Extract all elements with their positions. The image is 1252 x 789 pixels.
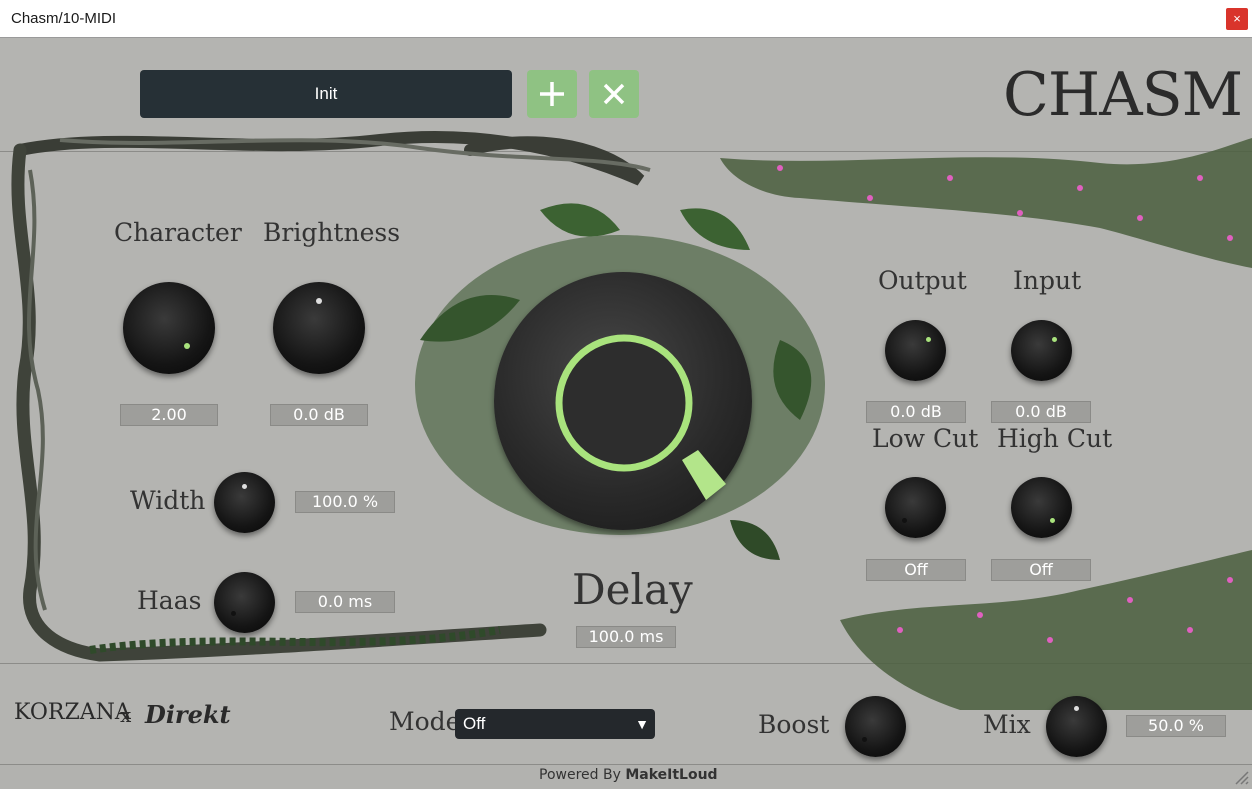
character-value[interactable]: 2.00 xyxy=(120,404,218,426)
brightness-label: Brightness xyxy=(263,218,401,247)
delay-value[interactable]: 100.0 ms xyxy=(576,626,676,648)
highcut-label: High Cut xyxy=(997,424,1113,453)
knob-indicator xyxy=(862,737,867,742)
haas-value[interactable]: 0.0 ms xyxy=(295,591,395,613)
brand-x: x xyxy=(120,703,132,727)
window-titlebar: Chasm/10-MIDI × xyxy=(0,0,1252,38)
chasm-logo: CHASM xyxy=(1003,60,1243,130)
width-value[interactable]: 100.0 % xyxy=(295,491,395,513)
plus-icon xyxy=(540,82,564,106)
knob-indicator xyxy=(1050,518,1055,523)
lowcut-value[interactable]: Off xyxy=(866,559,966,581)
width-knob[interactable] xyxy=(214,472,275,533)
delete-preset-button[interactable] xyxy=(589,70,639,118)
dropdown-arrow-icon: ▼ xyxy=(635,716,649,732)
preset-name-field[interactable]: Init xyxy=(140,70,512,118)
boost-knob[interactable] xyxy=(845,696,906,757)
mix-value[interactable]: 50.0 % xyxy=(1126,715,1226,737)
input-label: Input xyxy=(1013,266,1082,295)
brightness-value[interactable]: 0.0 dB xyxy=(270,404,368,426)
mode-label: Mode xyxy=(389,707,461,736)
powered-by-text: Powered By xyxy=(539,767,621,783)
delay-label: Delay xyxy=(572,565,693,614)
knob-indicator xyxy=(316,298,322,304)
knob-indicator xyxy=(1052,337,1057,342)
window-title: Chasm/10-MIDI xyxy=(11,10,117,27)
output-value[interactable]: 0.0 dB xyxy=(866,401,966,423)
knob-indicator xyxy=(926,337,931,342)
haas-knob[interactable] xyxy=(214,572,275,633)
mode-selected-value: Off xyxy=(463,714,486,733)
delay-ring-indicator xyxy=(555,334,726,500)
boost-label: Boost xyxy=(758,710,830,739)
input-value[interactable]: 0.0 dB xyxy=(991,401,1091,423)
delay-knob[interactable] xyxy=(494,272,752,530)
powered-by-label: Powered By MakeItLoud xyxy=(539,767,718,783)
haas-label: Haas xyxy=(137,586,202,615)
output-label: Output xyxy=(878,266,967,295)
character-label: Character xyxy=(114,218,242,247)
knob-indicator xyxy=(1074,706,1079,711)
lowcut-label: Low Cut xyxy=(872,424,979,453)
makeitloud-brand: MakeItLoud xyxy=(625,767,718,783)
resize-grip-icon[interactable] xyxy=(1232,768,1250,786)
highcut-value[interactable]: Off xyxy=(991,559,1091,581)
close-icon xyxy=(603,83,625,105)
close-button[interactable]: × xyxy=(1226,8,1248,30)
korzana-logo: KORZANA xyxy=(14,700,131,725)
output-knob[interactable] xyxy=(885,320,946,381)
knob-indicator xyxy=(231,611,236,616)
highcut-knob[interactable] xyxy=(1011,477,1072,538)
width-label: Width xyxy=(130,486,206,515)
knob-indicator xyxy=(184,343,190,349)
mix-label: Mix xyxy=(983,710,1031,739)
brightness-knob[interactable] xyxy=(273,282,365,374)
mix-knob[interactable] xyxy=(1046,696,1107,757)
character-knob[interactable] xyxy=(123,282,215,374)
mode-select[interactable]: Off ▼ xyxy=(455,709,655,739)
lowcut-knob[interactable] xyxy=(885,477,946,538)
direkt-logo: Direkt xyxy=(145,700,231,729)
knob-indicator xyxy=(242,484,247,489)
add-preset-button[interactable] xyxy=(527,70,577,118)
knob-indicator xyxy=(902,518,907,523)
input-knob[interactable] xyxy=(1011,320,1072,381)
